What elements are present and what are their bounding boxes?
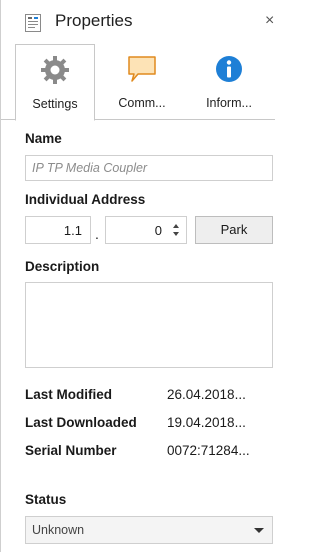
- status-value: Unknown: [32, 523, 85, 537]
- address-area-line-value: 1.1: [63, 223, 82, 238]
- info-value: 19.04.2018...: [167, 415, 246, 430]
- name-placeholder: IP TP Media Coupler: [32, 161, 148, 175]
- description-field[interactable]: [25, 282, 273, 368]
- address-area-line-field[interactable]: 1.1: [25, 216, 91, 244]
- info-key: Serial Number: [25, 443, 117, 458]
- tab-strip: Settings Comm... Inform...: [1, 44, 275, 121]
- description-label: Description: [25, 259, 100, 274]
- info-icon: [216, 56, 242, 82]
- name-field[interactable]: IP TP Media Coupler: [25, 155, 273, 181]
- info-value: 26.04.2018...: [167, 387, 246, 402]
- chevron-down-icon: [254, 528, 264, 533]
- tab-information-label: Inform...: [206, 96, 252, 110]
- tab-comments[interactable]: Comm...: [101, 44, 183, 120]
- properties-icon: [25, 14, 41, 32]
- panel-titlebar: Properties ×: [1, 0, 275, 44]
- tab-comments-label: Comm...: [118, 96, 166, 110]
- info-key: Last Modified: [25, 387, 112, 402]
- address-device-field[interactable]: 0: [105, 216, 187, 244]
- individual-address-label: Individual Address: [25, 192, 146, 207]
- tab-information[interactable]: Inform...: [187, 44, 271, 120]
- address-device-value: 0: [154, 223, 162, 238]
- spinner-icon[interactable]: [172, 222, 180, 238]
- status-label: Status: [25, 492, 67, 507]
- comment-icon: [128, 56, 156, 82]
- properties-panel: Properties × Settings Comm... Inform... …: [0, 0, 275, 552]
- gear-icon: [41, 56, 69, 84]
- panel-title: Properties: [55, 11, 133, 30]
- status-dropdown[interactable]: Unknown: [25, 516, 273, 544]
- tab-settings[interactable]: Settings: [15, 44, 95, 121]
- park-button[interactable]: Park: [195, 216, 273, 244]
- name-label: Name: [25, 131, 62, 146]
- info-key: Last Downloaded: [25, 415, 137, 430]
- close-icon[interactable]: ×: [265, 12, 274, 30]
- tab-settings-label: Settings: [32, 97, 78, 111]
- info-value: 0072:71284...: [167, 443, 250, 458]
- address-separator: .: [95, 226, 99, 242]
